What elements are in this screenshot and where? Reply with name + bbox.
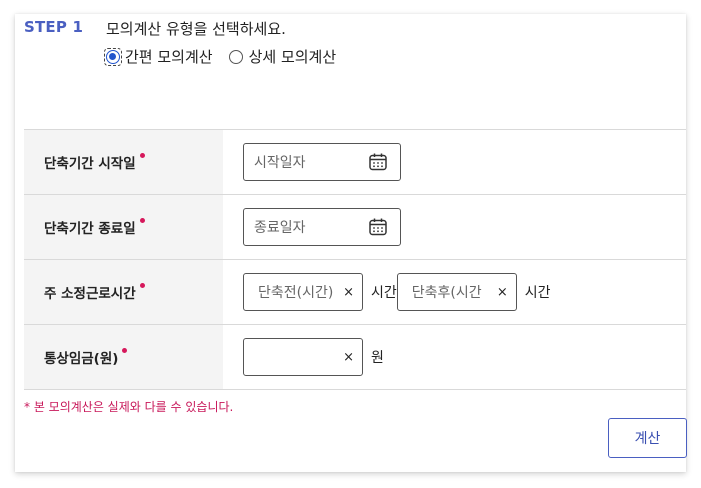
label-start-date: 단축기간 시작일 [24,130,223,194]
radio-focus-ring [104,47,122,66]
calc-type-radio-group: 간편 모의계산 상세 모의계산 [104,46,352,67]
radio-detail-calc[interactable]: 상세 모의계산 [228,46,337,67]
label-weekly-hours: 주 소정근로시간 [24,260,223,324]
form-row-end-date: 단축기간 종료일 종료일자 [24,195,686,260]
radio-detail-label: 상세 모의계산 [248,48,337,66]
label-weekly-hours-text: 주 소정근로시간 [44,286,136,302]
required-indicator [139,282,145,288]
wage-unit: 원 [371,350,384,366]
field-ordinary-wage: × 원 [223,325,686,389]
start-date-input[interactable]: 시작일자 [243,143,401,181]
form-row-start-date: 단축기간 시작일 시작일자 [24,130,686,195]
label-end-date: 단축기간 종료일 [24,195,223,259]
start-date-placeholder: 시작일자 [254,155,306,171]
label-end-date-text: 단축기간 종료일 [44,221,136,237]
end-date-placeholder: 종료일자 [254,220,306,236]
disclaimer-notice: * 본 모의계산은 실제와 다를 수 있습니다. [24,400,234,414]
ordinary-wage-input[interactable]: × [243,338,363,376]
required-indicator [139,152,145,158]
hours-before-unit: 시간 [371,285,397,301]
step-label: STEP 1 [24,18,84,36]
label-ordinary-wage-text: 통상임금(원) [44,351,119,367]
hours-after-unit: 시간 [524,285,551,301]
label-ordinary-wage: 통상임금(원) [24,325,223,389]
end-date-input[interactable]: 종료일자 [243,208,401,246]
calendar-icon[interactable] [368,152,388,172]
hours-before-input[interactable]: 단축전(시간) × [243,273,363,311]
field-weekly-hours: 단축전(시간) × 시간 단축후(시간 × 시간 [223,260,686,324]
field-start-date: 시작일자 [223,130,686,194]
clear-icon[interactable]: × [343,285,354,300]
form-row-weekly-hours: 주 소정근로시간 단축전(시간) × 시간 단축후(시간 × 시간 [24,260,686,325]
clear-icon[interactable]: × [497,285,508,300]
required-indicator [122,347,128,353]
step-question: 모의계산 유형을 선택하세요. [106,20,286,38]
field-end-date: 종료일자 [223,195,686,259]
radio-simple-label: 간편 모의계산 [125,48,213,66]
radio-button-checked[interactable] [106,49,120,64]
radio-simple-calc[interactable]: 간편 모의계산 [104,46,213,67]
radio-button-unchecked[interactable] [228,49,243,64]
clear-icon[interactable]: × [343,350,354,365]
hours-before-placeholder: 단축전(시간) [258,285,334,301]
hours-after-input[interactable]: 단축후(시간 × [396,273,517,311]
hours-after-placeholder: 단축후(시간 [411,285,482,301]
form-row-ordinary-wage: 통상임금(원) × 원 [24,325,686,390]
calendar-icon[interactable] [368,217,388,237]
calculate-button[interactable]: 계산 [608,418,687,458]
input-form-table: 단축기간 시작일 시작일자 단축기간 종료일 종료일자 주 소정근로시간 단축전… [24,129,686,390]
required-indicator [139,217,145,223]
label-start-date-text: 단축기간 시작일 [44,156,136,172]
